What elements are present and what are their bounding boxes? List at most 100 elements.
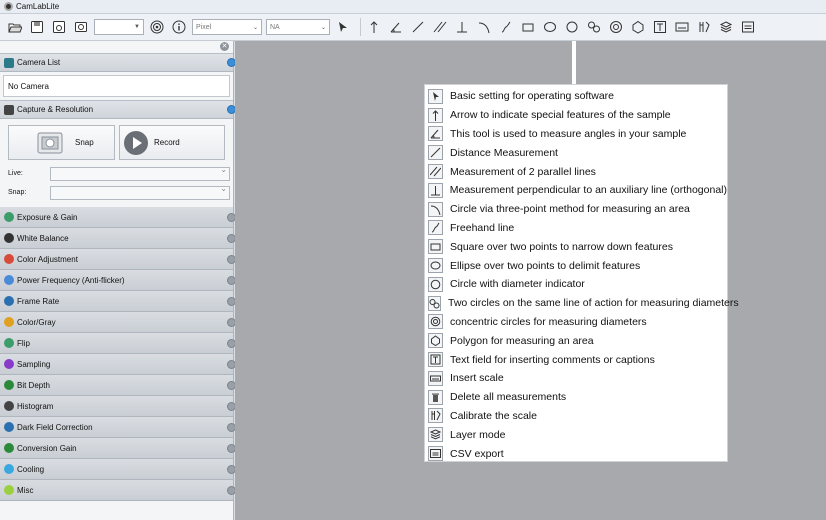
layer-tool-icon[interactable] [717,18,735,36]
section-label: Power Frequency (Anti-flicker) [17,275,125,285]
legend-item-text: Arrow to indicate special features of th… [450,109,671,122]
legend-item-text: This tool is used to measure angles in y… [450,127,687,140]
histogram-icon [4,401,14,411]
legend-item-text: concentric circles for measuring diamete… [450,315,647,328]
section-dark-field[interactable]: Dark Field Correction [0,417,236,438]
legend-item: Polygon for measuring an area [425,331,727,350]
angle-tool-icon[interactable] [387,18,405,36]
freehand-tool-icon[interactable] [497,18,515,36]
record-icon [123,130,149,155]
magnification-select[interactable]: NA ⌄ [266,19,330,35]
legend-item-text: Two circles on the same line of action f… [448,297,739,310]
frame-rate-icon [4,296,14,306]
section-label: Frame Rate [17,296,60,306]
section-exposure[interactable]: Exposure & Gain [0,207,236,228]
section-conversion-gain[interactable]: Conversion Gain [0,438,236,459]
ellipse-tool-icon[interactable] [541,18,559,36]
cooling-icon [4,464,14,474]
layer-icon [428,427,443,443]
scale-icon [428,370,443,386]
snap-label: Snap [75,138,94,147]
snap-resolution-label: Snap: [8,189,27,196]
camera-list-box[interactable]: No Camera [3,75,230,97]
section-bit-depth[interactable]: Bit Depth [0,375,236,396]
legend-item: Text field for inserting comments or cap… [425,350,727,369]
perpendicular-tool-icon[interactable] [453,18,471,36]
legend-item: Square over two points to narrow down fe… [425,237,727,256]
unit-select[interactable]: Pixel ⌄ [192,19,262,35]
record-button[interactable]: Record [118,125,225,160]
section-label: Conversion Gain [17,443,77,453]
legend-item: Freehand line [425,219,727,238]
legend-item-text: Measurement perpendicular to an auxiliar… [449,184,727,197]
section-label: Flip [17,338,30,348]
open-folder-icon[interactable] [6,18,24,36]
camera-list-header[interactable]: Camera List [0,53,236,72]
section-power-frequency[interactable]: Power Frequency (Anti-flicker) [0,270,236,291]
white-balance-icon [4,233,14,243]
legend-item: Layer mode [425,425,727,444]
save-all-icon[interactable] [50,18,68,36]
color-gray-icon [4,317,14,327]
parallel-lines-icon [428,164,443,180]
two-circles-tool-icon[interactable] [585,18,603,36]
rectangle-tool-icon[interactable] [519,18,537,36]
snap-resolution-select[interactable] [50,184,230,200]
section-label: Cooling [17,464,45,474]
target-icon[interactable] [148,18,166,36]
circle-tool-icon[interactable] [563,18,581,36]
legend-item-text: Distance Measurement [450,146,558,159]
two-circles-icon [428,295,441,311]
panel-close-icon[interactable]: ✕ [220,42,229,51]
section-color-gray[interactable]: Color/Gray [0,312,236,333]
concentric-tool-icon[interactable] [607,18,625,36]
parallel-tool-icon[interactable] [431,18,449,36]
angle-icon [428,126,443,142]
save-icon[interactable] [28,18,46,36]
section-histogram[interactable]: Histogram [0,396,236,417]
capture-icon [4,104,14,115]
legend-item-text: Circle via three-point method for measur… [450,203,690,216]
polygon-tool-icon[interactable] [629,18,647,36]
control-panel: ✕ Camera List No Camera Capture & Resolu… [0,41,236,520]
pointer-icon [428,88,443,104]
section-sampling[interactable]: Sampling [0,354,236,375]
section-label: Dark Field Correction [17,422,93,432]
section-color-adjustment[interactable]: Color Adjustment [0,249,236,270]
line-tool-icon[interactable] [409,18,427,36]
csv-tool-icon[interactable] [739,18,757,36]
legend-item-text: Freehand line [450,221,515,234]
title-bar: CamLabLite [0,0,826,14]
section-label: Color Adjustment [17,254,78,264]
text-tool-icon[interactable] [651,18,669,36]
polygon-icon [428,333,443,349]
section-misc[interactable]: Misc [0,480,236,501]
scale-tool-icon[interactable] [673,18,691,36]
camera-list-title: Camera List [17,58,61,67]
live-resolution-select[interactable] [50,165,230,181]
arc-tool-icon[interactable] [475,18,493,36]
capture-resolution-title: Capture & Resolution [17,105,94,114]
csv-icon [428,446,443,462]
camera-icon[interactable] [72,18,90,36]
section-cooling[interactable]: Cooling [0,459,236,480]
section-flip[interactable]: Flip [0,333,236,354]
settings-sections: Exposure & Gain White Balance Color Adjust… [0,207,236,501]
section-white-balance[interactable]: White Balance [0,228,236,249]
snap-resolution-row: Snap: [0,183,233,202]
legend-item: Measurement of 2 parallel lines [425,162,727,181]
camera-select[interactable]: ▼ [94,19,144,35]
arrow-tool-icon[interactable] [365,18,383,36]
capture-resolution-header[interactable]: Capture & Resolution [0,100,236,119]
pointer-tool-icon[interactable] [334,18,352,36]
section-label: Misc [17,485,34,495]
snap-button[interactable]: Snap [8,125,115,160]
record-label: Record [153,138,180,147]
info-icon[interactable] [170,18,188,36]
callout-connector [572,41,576,85]
no-camera-text: No Camera [8,81,49,91]
section-frame-rate[interactable]: Frame Rate [0,291,236,312]
calibrate-tool-icon[interactable] [695,18,713,36]
section-label: Histogram [17,401,54,411]
color-adjustment-icon [4,254,14,264]
